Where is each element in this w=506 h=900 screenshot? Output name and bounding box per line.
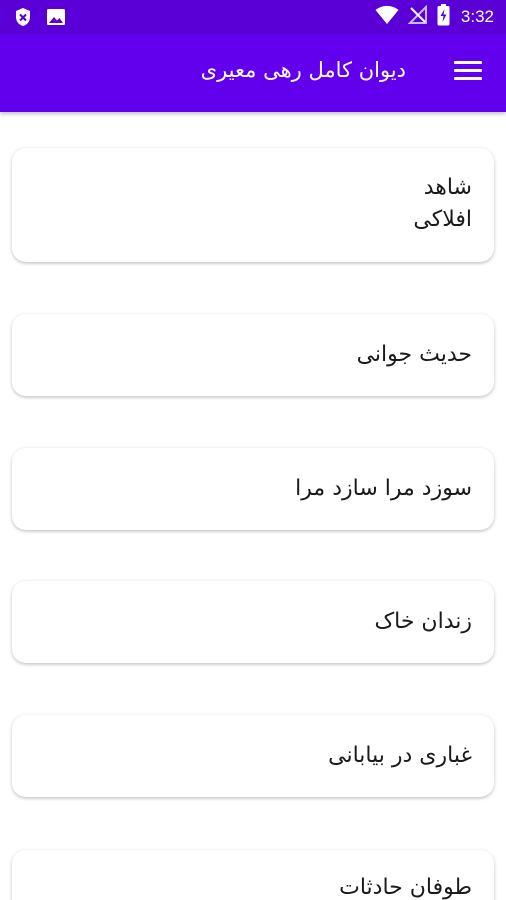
poem-card-2[interactable]: حدیث جوانی: [12, 314, 494, 396]
app-title: دیوان کامل رهی معیری: [200, 58, 406, 82]
hamburger-menu-icon[interactable]: [454, 61, 482, 85]
status-time: 3:32: [460, 7, 494, 26]
poem-title: حدیث جوانی: [356, 342, 472, 367]
battery-charging-icon: [437, 4, 450, 30]
status-left-icons: [14, 7, 66, 31]
status-bar: 3:32: [0, 0, 506, 34]
poem-title: زندان خاک: [374, 609, 472, 634]
poem-title: طوفان حادثات: [339, 875, 472, 900]
no-signal-icon: [407, 4, 428, 29]
poem-title: سوزد مرا سازد مرا: [295, 476, 472, 501]
poem-card-3[interactable]: سوزد مرا سازد مرا: [12, 448, 494, 530]
image-notification-icon: [46, 7, 66, 31]
poem-list: شاهد افلاکی حدیث جوانی سوزد مرا سازد مرا…: [0, 112, 506, 900]
wifi-icon: [375, 5, 399, 29]
app-bar: دیوان کامل رهی معیری: [0, 34, 506, 112]
poem-card-6[interactable]: طوفان حادثات: [12, 850, 494, 900]
poem-card-4[interactable]: زندان خاک: [12, 581, 494, 663]
poem-card-5[interactable]: غباری در بیابانی: [12, 715, 494, 797]
poem-title: شاهد افلاکی: [413, 175, 472, 232]
poem-card-1[interactable]: شاهد افلاکی: [12, 148, 494, 262]
shield-notification-icon: [14, 7, 32, 31]
status-right-icons: 3:32: [375, 0, 494, 34]
poem-title: غباری در بیابانی: [328, 743, 472, 768]
